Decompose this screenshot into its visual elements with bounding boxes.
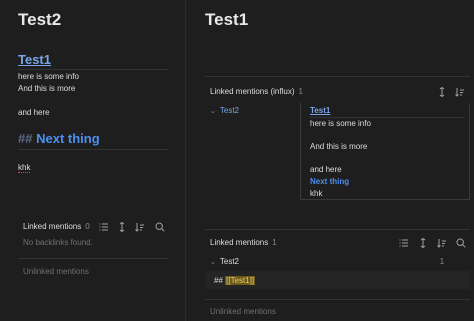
sort-icon[interactable] [437,238,447,248]
linked-file-name: Test2 [219,257,239,266]
sort-icon[interactable] [455,87,465,97]
influx-file-item[interactable]: ⌄ Test2 [210,106,239,115]
divider [205,299,470,300]
divider [205,229,470,230]
expand-icon[interactable] [437,87,447,97]
divider [18,69,168,70]
paragraph-line: here is some info [18,72,79,81]
snippet-hash: ## [214,276,223,285]
linked-mentions-count: 1 [272,238,277,247]
note-title: Test2 [18,10,62,29]
divider [18,149,168,150]
heading-next-thing: ## Next thing [18,131,100,146]
heading-hash: ## [18,131,33,146]
divider [205,76,470,77]
card-line: here is some info [310,119,371,128]
linked-mentions-label: Linked mentions [23,222,82,231]
no-backlinks-text: No backlinks found. [23,238,93,247]
card-line: And this is more [310,142,368,151]
influx-label: Linked mentions (influx) [210,87,295,96]
chevron-down-icon[interactable]: ⌄ [210,108,216,115]
left-pane: Test2 Test1 here is some info And this i… [0,0,186,321]
mention-count: 1 [439,257,445,266]
expand-icon[interactable] [117,222,127,232]
linked-mentions-count: 0 [85,222,90,231]
influx-preview-card: Test1 here is some info And this is more… [300,103,470,200]
divider [18,258,168,259]
linked-mentions-header[interactable]: Linked mentions 1 [210,238,277,247]
linked-mentions-label: Linked mentions [210,238,269,247]
list-icon[interactable] [399,238,409,248]
unlinked-mentions-header[interactable]: Unlinked mentions [23,267,89,276]
linked-mentions-header[interactable]: Linked mentions 0 [23,222,90,231]
sort-icon[interactable] [135,222,145,232]
expand-icon[interactable] [418,238,428,248]
paragraph-line: And this is more [18,84,76,93]
heading-text: Next thing [36,131,100,146]
card-line: khk [310,189,323,198]
unlinked-mentions-header[interactable]: Unlinked mentions [210,307,276,316]
mention-snippet[interactable]: ## [[Test1]] [205,271,470,289]
influx-mentions-header[interactable]: Linked mentions (influx) 1 [210,87,303,96]
internal-link-heading[interactable]: Test1 [18,52,51,67]
chevron-down-icon[interactable]: ⌄ [210,259,216,266]
search-icon[interactable] [456,238,466,248]
note-title: Test1 [205,10,249,29]
card-heading: Next thing [310,177,350,186]
card-line: and here [310,165,342,174]
list-icon[interactable] [99,222,109,232]
misspelled-word: khk [18,163,31,173]
search-icon[interactable] [155,222,165,232]
paragraph-line: and here [18,108,50,117]
card-link[interactable]: Test1 [310,106,330,115]
influx-count: 1 [298,87,303,96]
linked-file-item[interactable]: ⌄ Test2 [210,257,239,266]
influx-file-name: Test2 [219,106,239,115]
snippet-link-highlight: [[Test1]] [225,276,256,285]
divider [310,117,465,118]
